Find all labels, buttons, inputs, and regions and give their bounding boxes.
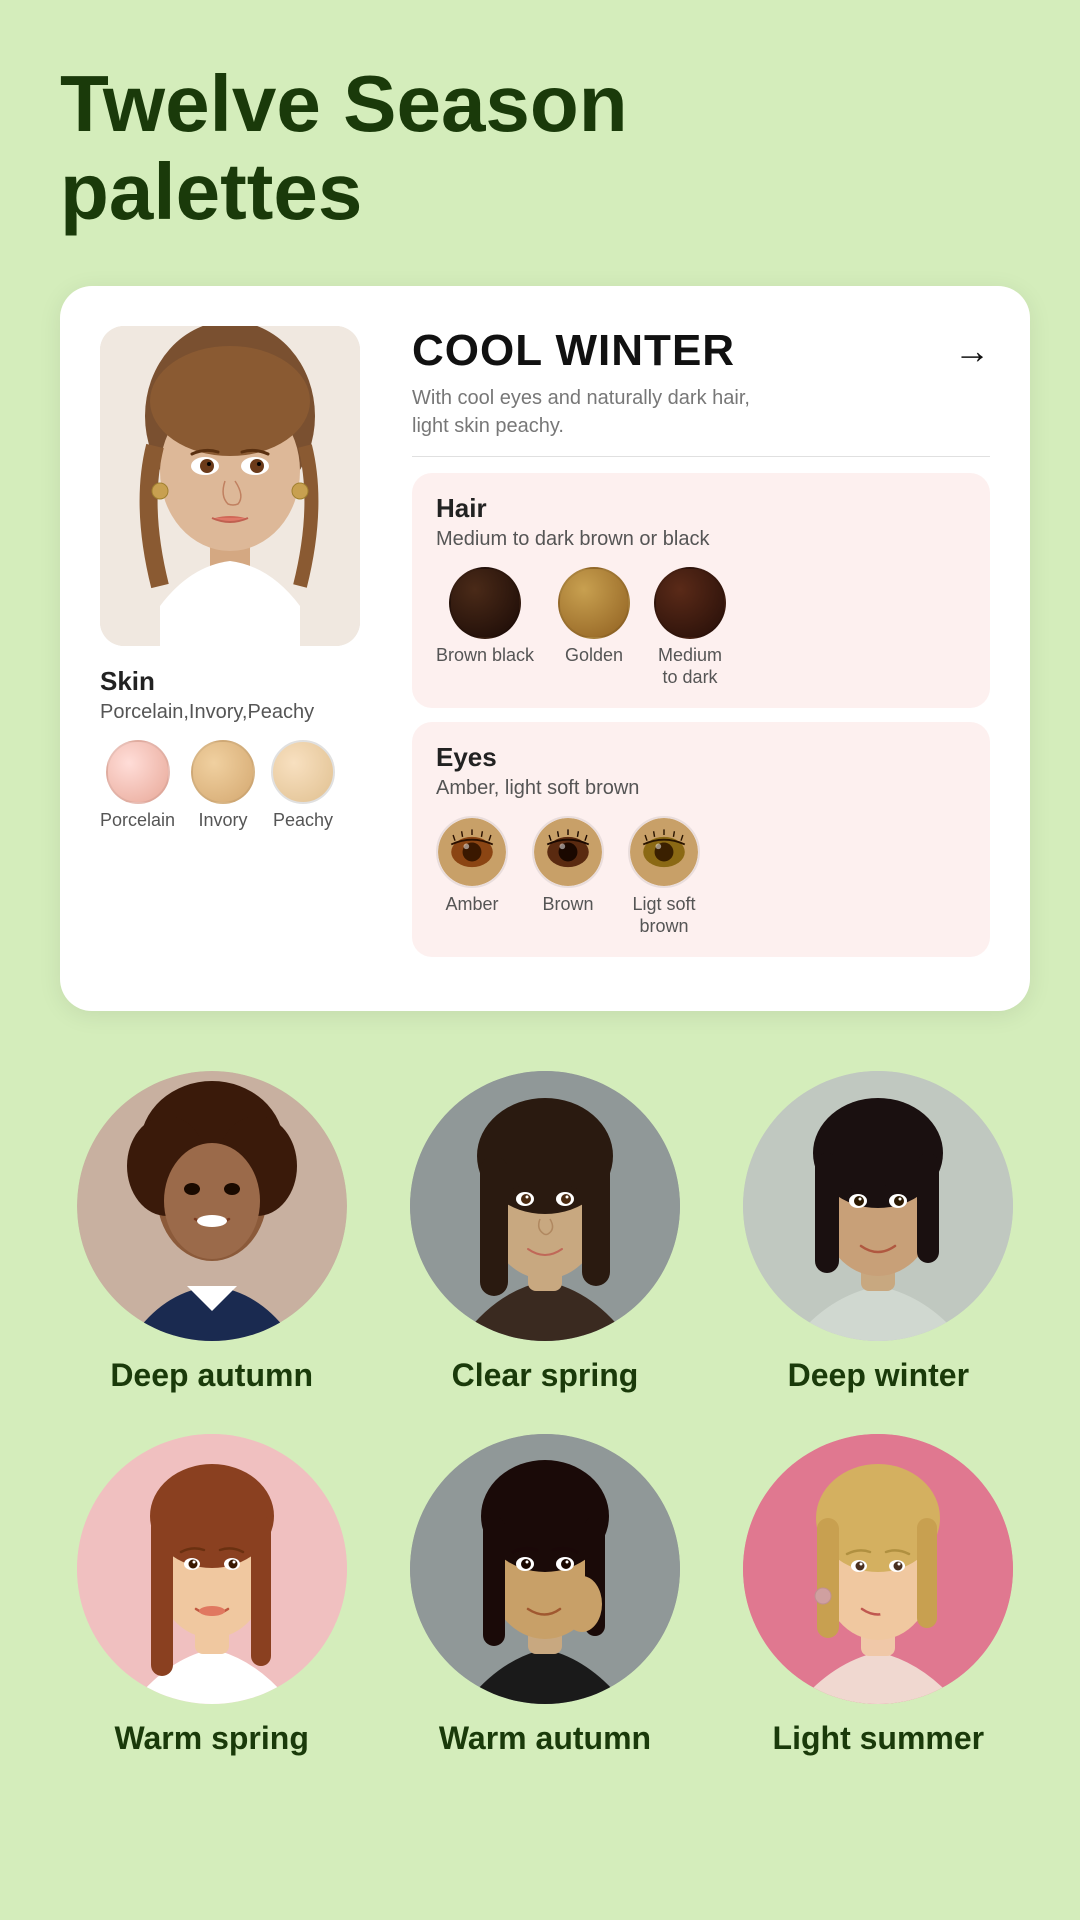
person-name-warm-autumn: Warm autumn: [439, 1720, 651, 1757]
hair-color-brown-black: Brown black: [436, 567, 534, 667]
hair-subtitle: Medium to dark brown or black: [436, 528, 966, 551]
person-card-deep-winter[interactable]: Deep winter: [727, 1071, 1030, 1394]
person-name-deep-winter: Deep winter: [788, 1357, 969, 1394]
skin-color-porcelain: [106, 740, 170, 804]
skin-item-peachy: Peachy: [271, 740, 335, 831]
person-circle-warm-autumn: [410, 1434, 680, 1704]
person-circle-deep-autumn: [77, 1071, 347, 1341]
eyes-title: Eyes: [436, 742, 966, 773]
hair-box: Hair Medium to dark brown or black Brown…: [412, 473, 990, 708]
hair-label-medium-dark: Mediumto dark: [658, 645, 722, 688]
skin-item-ivory: Invory: [191, 740, 255, 831]
eye-circle-brown: [532, 816, 604, 888]
eye-label-brown: Brown: [542, 894, 593, 916]
eye-circle-amber: [436, 816, 508, 888]
person-circle-warm-spring: [77, 1434, 347, 1704]
cool-winter-card[interactable]: Skin Porcelain,Invory,Peachy Porcelain I…: [60, 286, 1030, 1011]
person-circle-clear-spring: [410, 1071, 680, 1341]
person-card-warm-autumn[interactable]: Warm autumn: [393, 1434, 696, 1757]
eye-color-brown: Brown: [532, 816, 604, 916]
page-title: Twelve Season palettes: [60, 60, 1030, 236]
hair-title: Hair: [436, 493, 966, 524]
season-description: With cool eyes and naturally dark hair, …: [412, 384, 990, 440]
skin-label-ivory: Invory: [199, 810, 248, 831]
person-name-clear-spring: Clear spring: [452, 1357, 639, 1394]
hair-circle-brown-black: [449, 567, 521, 639]
person-card-deep-autumn[interactable]: Deep autumn: [60, 1071, 363, 1394]
page-container: Twelve Season palettes: [0, 0, 1080, 1920]
card-right: COOL WINTER → With cool eyes and natural…: [412, 326, 990, 971]
hair-circle-golden: [558, 567, 630, 639]
eye-label-light-brown: Ligt softbrown: [632, 894, 695, 937]
eye-color-light-brown: Ligt softbrown: [628, 816, 700, 937]
hair-circle-medium-dark: [654, 567, 726, 639]
hair-colors-row: Brown black Golden Mediumto dark: [436, 567, 966, 688]
person-name-light-summer: Light summer: [773, 1720, 985, 1757]
person-circle-deep-winter: [743, 1071, 1013, 1341]
person-circle-light-summer: [743, 1434, 1013, 1704]
skin-label-peachy: Peachy: [273, 810, 333, 831]
person-card-clear-spring[interactable]: Clear spring: [393, 1071, 696, 1394]
person-name-deep-autumn: Deep autumn: [110, 1357, 313, 1394]
skin-color-ivory: [191, 740, 255, 804]
person-photo: [100, 326, 360, 646]
season-header: COOL WINTER →: [412, 326, 990, 376]
divider: [412, 456, 990, 457]
eyes-colors-row: Amber: [436, 816, 966, 937]
person-card-warm-spring[interactable]: Warm spring: [60, 1434, 363, 1757]
person-name-warm-spring: Warm spring: [114, 1720, 308, 1757]
season-arrow-icon[interactable]: →: [954, 330, 990, 372]
skin-circles: Porcelain Invory Peachy: [100, 740, 335, 831]
eye-label-amber: Amber: [445, 894, 498, 916]
person-card-light-summer[interactable]: Light summer: [727, 1434, 1030, 1757]
hair-label-golden: Golden: [565, 645, 623, 667]
eye-circle-light-brown: [628, 816, 700, 888]
skin-item-porcelain: Porcelain: [100, 740, 175, 831]
hair-color-golden: Golden: [558, 567, 630, 667]
season-title: COOL WINTER: [412, 326, 735, 376]
person-grid: Deep autumn: [60, 1071, 1030, 1757]
skin-title: Skin: [100, 666, 155, 697]
eyes-subtitle: Amber, light soft brown: [436, 777, 966, 800]
skin-color-peachy: [271, 740, 335, 804]
hair-label-brown-black: Brown black: [436, 645, 534, 667]
eyes-box: Eyes Amber, light soft brown: [412, 722, 990, 957]
skin-label-porcelain: Porcelain: [100, 810, 175, 831]
card-left: Skin Porcelain,Invory,Peachy Porcelain I…: [100, 326, 380, 971]
eye-color-amber: Amber: [436, 816, 508, 916]
skin-subtitle: Porcelain,Invory,Peachy: [100, 701, 314, 724]
hair-color-medium-dark: Mediumto dark: [654, 567, 726, 688]
